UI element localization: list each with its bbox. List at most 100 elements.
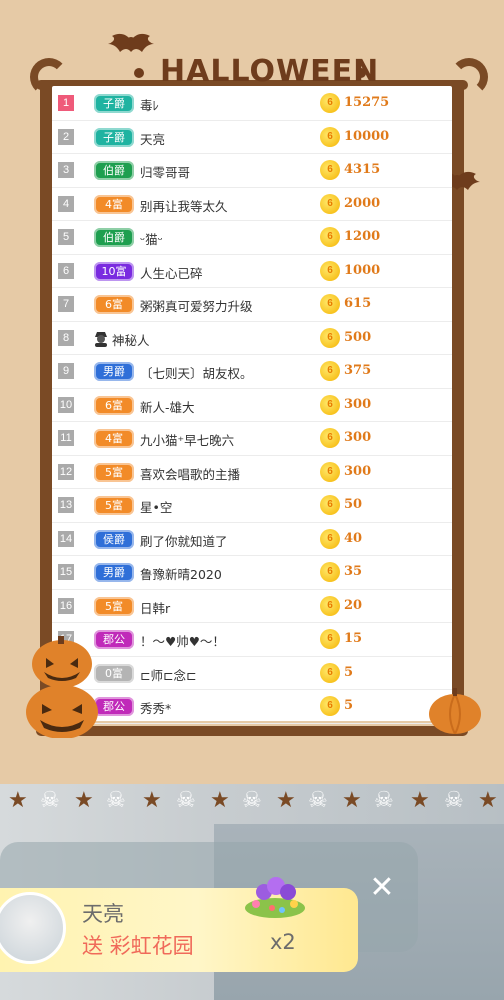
level-badge: 6富 bbox=[94, 295, 134, 314]
level-badge: 6富 bbox=[94, 395, 134, 415]
skull-icon: ☠ bbox=[374, 788, 394, 813]
star-icon: ★ bbox=[142, 788, 162, 813]
frame-bottom-beam bbox=[36, 726, 468, 736]
gift-sender-name: 天亮 bbox=[82, 902, 124, 926]
coin-icon: 6 bbox=[320, 528, 340, 549]
level-badge: 10富 bbox=[94, 261, 134, 281]
table-row[interactable]: 0富 ⊏师⊏念⊏ 6 5 bbox=[52, 657, 452, 690]
star-icon: ★ bbox=[410, 788, 430, 813]
title-dot bbox=[356, 68, 366, 78]
user-name[interactable]: 别再让我等太久 bbox=[140, 196, 228, 215]
score-value: 5 bbox=[344, 698, 354, 713]
user-name[interactable]: ᵕ猫ᵕ bbox=[140, 229, 163, 248]
rank-number: 14 bbox=[58, 530, 74, 547]
header-title: HALLOWEEN bbox=[160, 54, 380, 89]
mystery-person-icon bbox=[95, 331, 107, 347]
gift-flower-garden-icon bbox=[245, 877, 305, 918]
table-row[interactable]: 5 伯爵 ᵕ猫ᵕ 6 1200 bbox=[52, 221, 452, 255]
close-button[interactable]: ✕ bbox=[366, 872, 398, 904]
rank-number: 15 bbox=[58, 564, 74, 580]
rank-number: 9 bbox=[58, 363, 74, 379]
user-name[interactable]: 秀秀* bbox=[140, 698, 171, 717]
table-row[interactable]: 13 5富 星•空 6 50 bbox=[52, 489, 452, 523]
table-row[interactable]: 2 子爵 天亮 6 10000 bbox=[52, 121, 452, 154]
score-value: 50 bbox=[344, 497, 363, 512]
user-name[interactable]: 天亮 bbox=[140, 129, 165, 148]
score-value: 15 bbox=[344, 631, 363, 646]
table-row[interactable]: 11 4富 九小猫⁺早七晚六 6 300 bbox=[52, 422, 452, 456]
table-row[interactable]: 1 子爵 毒ﾚ 6 15275 bbox=[52, 87, 452, 121]
coin-icon: 6 bbox=[320, 461, 340, 482]
user-name[interactable]: 新人-雄大 bbox=[140, 397, 195, 416]
star-icon: ★ bbox=[478, 788, 498, 813]
score-value: 5 bbox=[344, 664, 354, 680]
rank-number: 4 bbox=[58, 195, 74, 212]
star-icon: ★ bbox=[210, 788, 230, 813]
skull-icon: ☠ bbox=[176, 788, 196, 813]
user-name[interactable]: 星•空 bbox=[140, 497, 172, 516]
score-value: 500 bbox=[344, 329, 372, 345]
frame-curl-right bbox=[450, 58, 488, 96]
pumpkin-icon bbox=[26, 636, 98, 738]
coin-icon: 6 bbox=[320, 629, 340, 649]
table-row[interactable]: 6 10富 人生心已碎 6 1000 bbox=[52, 255, 452, 288]
score-value: 1000 bbox=[344, 262, 381, 278]
table-row[interactable]: 14 侯爵 刷了你就知道了 6 40 bbox=[52, 523, 452, 556]
rank-number: 11 bbox=[58, 430, 74, 446]
table-row[interactable]: 15 男爵 鲁豫新晴2020 6 35 bbox=[52, 556, 452, 590]
user-name[interactable]: 归零哥哥 bbox=[140, 162, 190, 181]
coin-icon: 6 bbox=[320, 595, 340, 616]
table-row[interactable]: 16 5富 日韩r 6 20 bbox=[52, 590, 452, 623]
user-name[interactable]: 毒ﾚ bbox=[140, 95, 159, 114]
table-row[interactable]: 3 伯爵 归零哥哥 6 4315 bbox=[52, 154, 452, 188]
user-name[interactable]: 神秘人 bbox=[112, 330, 150, 349]
table-row[interactable]: 7 6富 粥粥真可爱努力升级 6 615 bbox=[52, 288, 452, 322]
score-value: 15275 bbox=[344, 95, 390, 110]
table-row[interactable]: 9 男爵 〔七则天〕胡友权。 6 375 bbox=[52, 355, 452, 389]
user-name[interactable]: 喜欢会唱歌的主播 bbox=[140, 464, 240, 483]
user-name[interactable]: 刷了你就知道了 bbox=[140, 531, 228, 550]
score-value: 10000 bbox=[344, 128, 390, 144]
star-icon: ★ bbox=[276, 788, 296, 813]
level-badge: 男爵 bbox=[94, 563, 134, 582]
table-row[interactable]: 17 郡公 ！～♥帅♥～！ 6 15 bbox=[52, 623, 452, 657]
coin-icon: 6 bbox=[320, 361, 340, 381]
table-row[interactable]: 10 6富 新人-雄大 6 300 bbox=[52, 389, 452, 422]
rank-number: 10 bbox=[58, 396, 74, 413]
level-badge: 郡公 bbox=[94, 697, 134, 716]
user-name[interactable]: 鲁豫新晴2020 bbox=[140, 564, 222, 583]
user-name[interactable]: 粥粥真可爱努力升级 bbox=[140, 296, 253, 315]
user-name[interactable]: 九小猫⁺早七晚六 bbox=[140, 430, 234, 449]
table-row[interactable]: 12 5富 喜欢会唱歌的主播 6 300 bbox=[52, 456, 452, 489]
rank-number: 7 bbox=[58, 296, 74, 312]
score-value: 300 bbox=[344, 463, 372, 479]
gift-action-text: 送 彩虹花园 bbox=[82, 934, 194, 958]
score-value: 40 bbox=[344, 530, 363, 546]
coin-icon: 6 bbox=[320, 662, 340, 683]
level-badge: 4富 bbox=[94, 194, 134, 214]
user-name[interactable]: 日韩r bbox=[140, 598, 170, 617]
rank-number: 3 bbox=[58, 162, 74, 178]
level-badge: 男爵 bbox=[94, 362, 134, 381]
title-dot bbox=[134, 68, 144, 78]
user-name[interactable]: ⊏师⊏念⊏ bbox=[140, 665, 196, 684]
level-badge: 郡公 bbox=[94, 630, 134, 649]
score-value: 300 bbox=[344, 430, 372, 445]
user-name[interactable]: 〔七则天〕胡友权。 bbox=[140, 363, 253, 382]
skull-icon: ☠ bbox=[40, 788, 60, 813]
coin-icon: 6 bbox=[320, 428, 340, 448]
table-row[interactable]: 8 神秘人 6 500 bbox=[52, 322, 452, 355]
level-badge: 伯爵 bbox=[94, 161, 134, 180]
level-badge: 5富 bbox=[94, 462, 134, 482]
user-name[interactable]: ！～♥帅♥～！ bbox=[140, 631, 225, 650]
bat-icon bbox=[108, 33, 154, 52]
coin-icon: 6 bbox=[320, 93, 340, 113]
rank-number: 6 bbox=[58, 262, 74, 279]
user-name[interactable]: 人生心已碎 bbox=[140, 263, 203, 282]
score-value: 375 bbox=[344, 363, 372, 378]
rank-number: 16 bbox=[58, 597, 74, 614]
table-row[interactable]: 4 4富 别再让我等太久 6 2000 bbox=[52, 188, 452, 221]
table-row[interactable]: 郡公 秀秀* 6 5 bbox=[52, 690, 452, 724]
level-badge: 侯爵 bbox=[94, 529, 134, 549]
coin-icon: 6 bbox=[320, 126, 340, 147]
